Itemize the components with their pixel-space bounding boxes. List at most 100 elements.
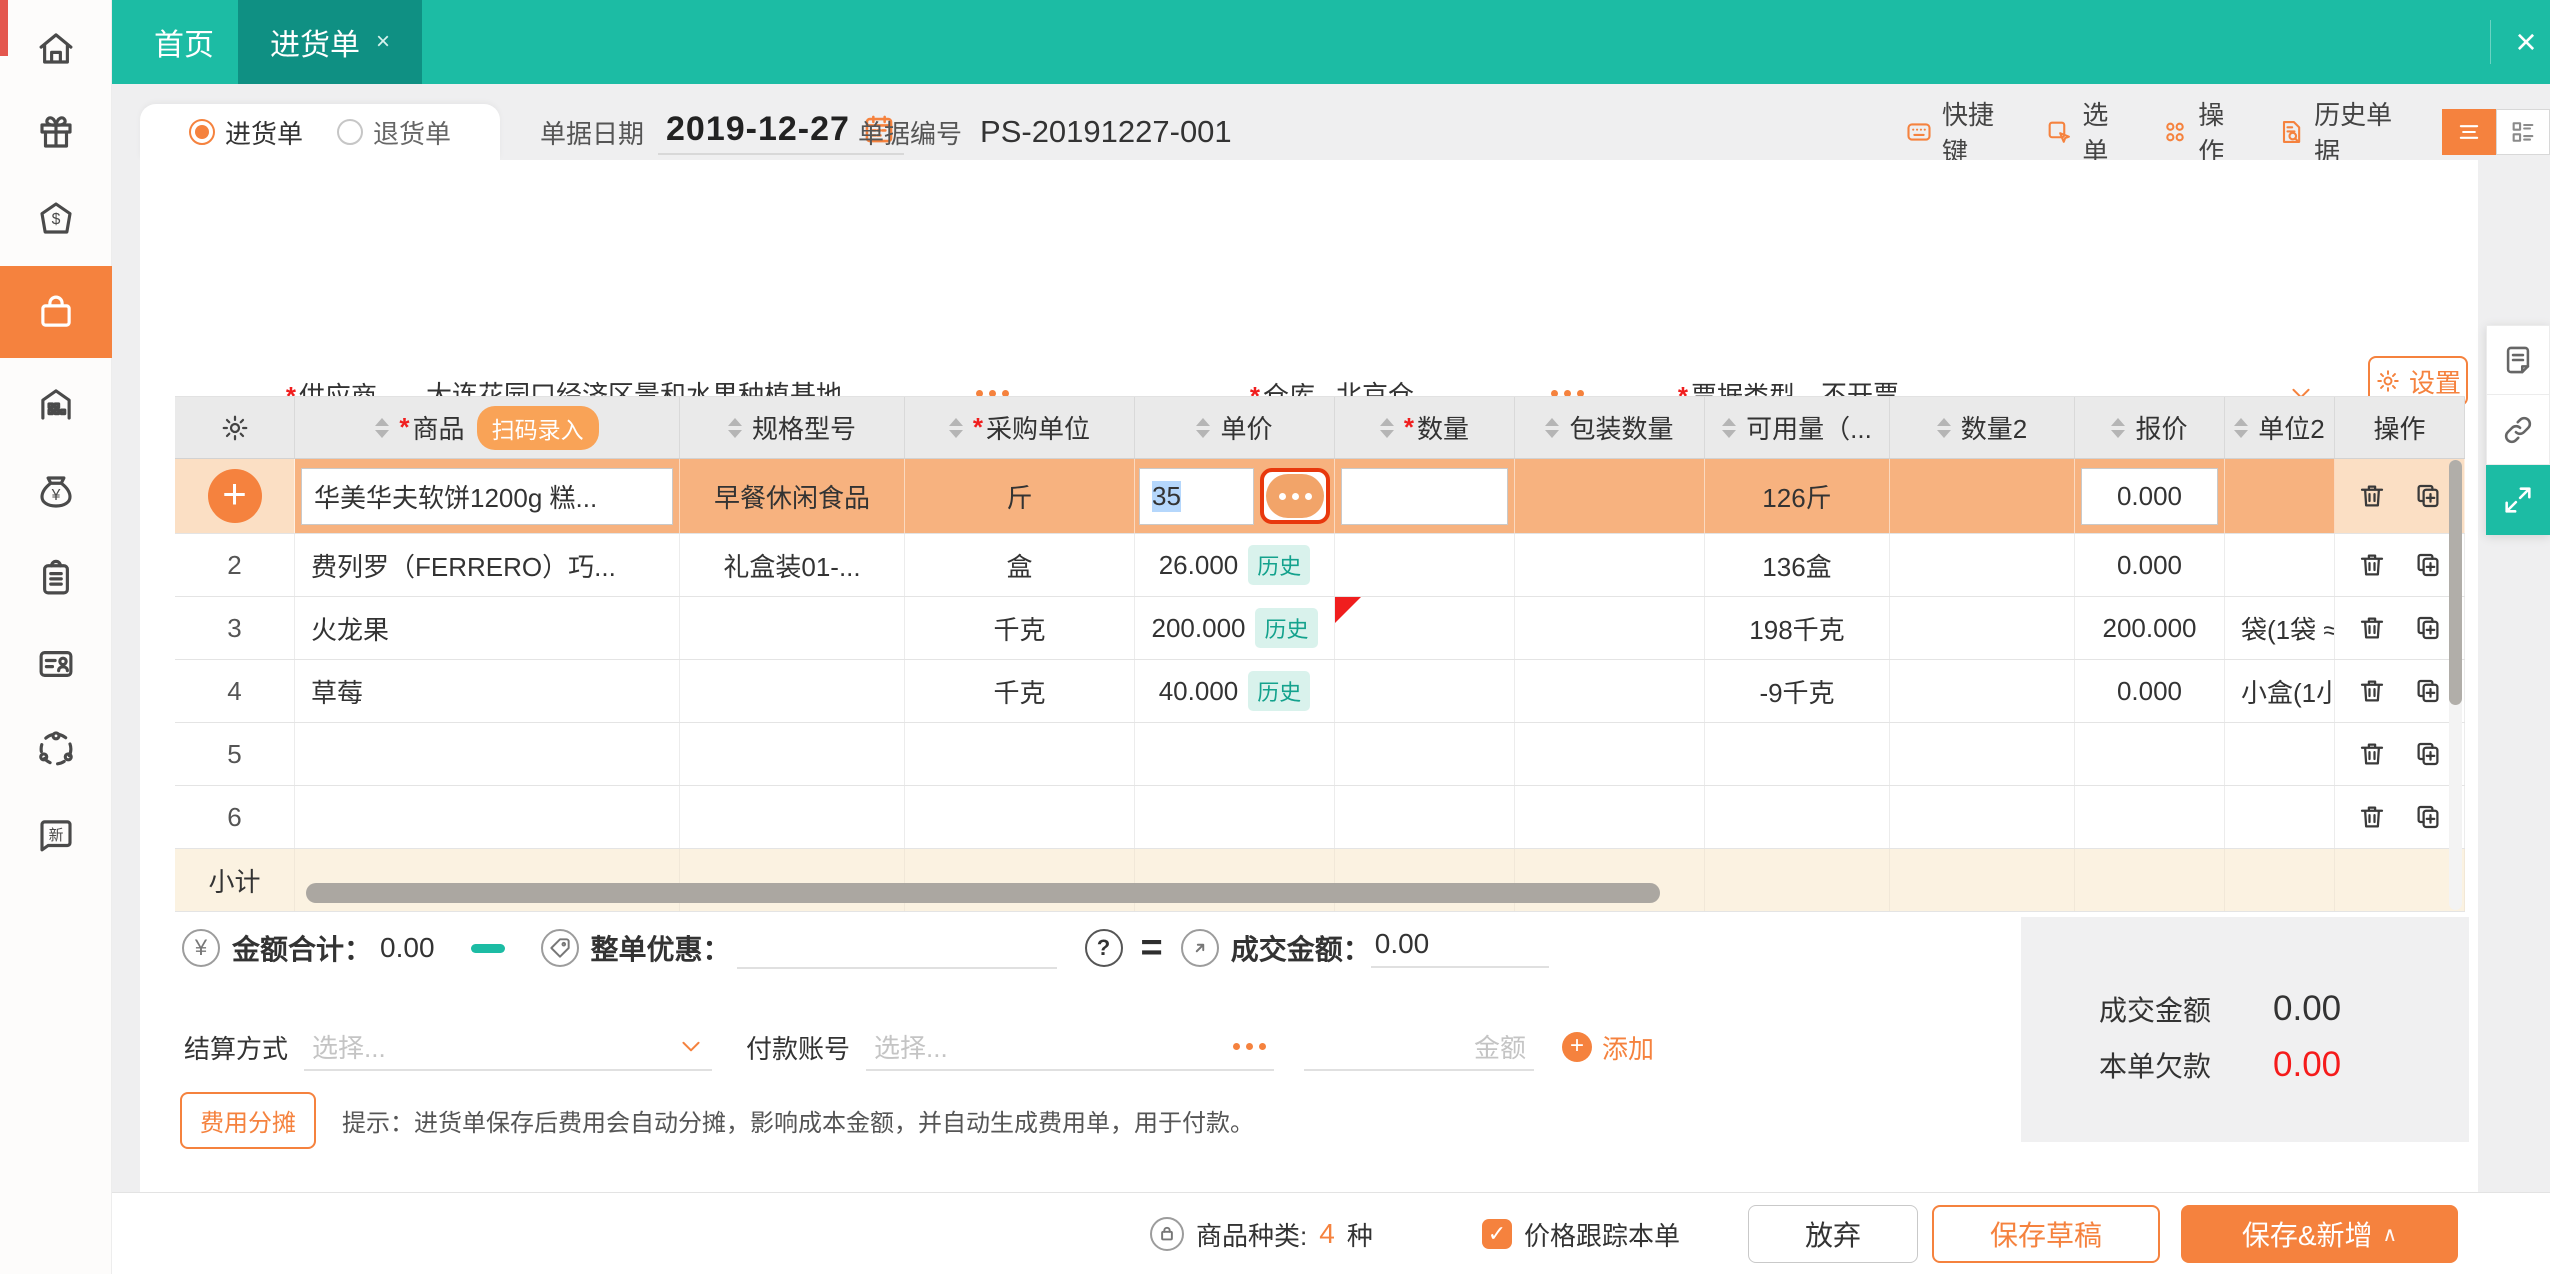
cell-price[interactable] [1135, 723, 1335, 785]
deal-amount-field[interactable]: 0.00 [1370, 928, 1550, 968]
cell-product[interactable]: 费列罗（FERRERO）巧... [295, 534, 680, 596]
expand-tool-button[interactable] [2486, 465, 2550, 535]
sidebar-item-purchase[interactable] [0, 266, 112, 358]
sidebar-item-warehouse[interactable] [0, 362, 112, 446]
tab-purchase-order[interactable]: 进货单 × [238, 0, 422, 84]
sidebar-item-orders[interactable] [0, 536, 112, 620]
sort-icon[interactable] [375, 417, 390, 438]
cell-spec[interactable] [680, 723, 905, 785]
cell-spec[interactable] [680, 597, 905, 659]
cell-unit[interactable] [905, 723, 1135, 785]
sort-icon[interactable] [1722, 417, 1737, 438]
header-unit[interactable]: * 采购单位 [905, 397, 1135, 458]
tab-home[interactable]: 首页 [130, 0, 238, 84]
cell-pack-qty[interactable] [1515, 786, 1705, 848]
copy-row-icon[interactable] [2413, 613, 2443, 643]
cell-price[interactable] [1135, 786, 1335, 848]
cell-price[interactable]: 26.000 历史 [1135, 534, 1335, 596]
settle-method-select[interactable]: 选择... [304, 1023, 713, 1071]
cell-qty[interactable] [1335, 534, 1515, 596]
price-more-button[interactable] [1266, 474, 1324, 518]
sort-icon[interactable] [727, 417, 742, 438]
table-row[interactable]: 4 草莓 千克 40.000 历史 -9千克 0.000 小盒(1小 [175, 660, 2465, 723]
add-payment-button[interactable]: + 添加 [1562, 1029, 1654, 1066]
cell-qty2[interactable] [1890, 534, 2075, 596]
table-row[interactable]: 6 [175, 786, 2465, 849]
cell-pack-qty[interactable] [1515, 723, 1705, 785]
cell-qty2[interactable] [1890, 723, 2075, 785]
copy-row-icon[interactable] [2413, 802, 2443, 832]
card-view-button[interactable] [2496, 109, 2550, 155]
cell-unit[interactable] [905, 786, 1135, 848]
cell-product[interactable]: 草莓 [295, 660, 680, 722]
list-view-button[interactable] [2442, 109, 2496, 155]
horizontal-scrollbar[interactable] [306, 883, 1660, 903]
cell-quote[interactable]: 0.000 [2075, 660, 2225, 722]
product-input[interactable]: 华美华夫软饼1200g 糕... [301, 467, 673, 525]
vertical-scrollbar-thumb[interactable] [2449, 460, 2462, 705]
header-available[interactable]: 可用量（... [1705, 397, 1890, 458]
cell-pack-qty[interactable] [1515, 534, 1705, 596]
cell-qty2[interactable] [1890, 660, 2075, 722]
copy-row-icon[interactable] [2413, 739, 2443, 769]
sidebar-item-whats-new[interactable]: 新 [0, 793, 112, 877]
save-and-new-button[interactable]: 保存&新增 ∧ [2181, 1205, 2458, 1263]
sort-icon[interactable] [1545, 417, 1560, 438]
sidebar-item-sales[interactable]: $ [0, 176, 112, 260]
cell-pack-qty[interactable] [1515, 459, 1705, 533]
save-draft-button[interactable]: 保存草稿 [1932, 1205, 2160, 1263]
cell-qty2[interactable] [1890, 597, 2075, 659]
price-input[interactable]: 35 [1139, 467, 1254, 525]
cell-qty[interactable] [1335, 786, 1515, 848]
copy-row-icon[interactable] [2413, 676, 2443, 706]
tab-close-icon[interactable]: × [376, 28, 390, 56]
cell-qty[interactable] [1335, 660, 1515, 722]
cell-qty2[interactable] [1890, 786, 2075, 848]
cell-qty[interactable] [1335, 459, 1515, 533]
cell-qty2[interactable] [1890, 459, 2075, 533]
history-badge[interactable]: 历史 [1248, 671, 1311, 711]
cell-price[interactable]: 35 [1135, 459, 1335, 533]
pay-amount-input[interactable]: 金额 [1304, 1023, 1535, 1071]
sort-icon[interactable] [2234, 417, 2249, 438]
sidebar-item-contacts[interactable] [0, 622, 112, 706]
add-row-button[interactable]: + [207, 469, 262, 523]
cell-quote[interactable] [2075, 723, 2225, 785]
cell-price[interactable]: 200.000 历史 [1135, 597, 1335, 659]
cell-quote[interactable]: 0.000 [2075, 459, 2225, 533]
order-discount-input[interactable] [736, 927, 1057, 969]
delete-row-icon[interactable] [2357, 676, 2387, 706]
table-row[interactable]: 3 火龙果 千克 200.000 历史 198千克 200.000 袋(1袋 ≈ [175, 597, 2465, 660]
scan-entry-button[interactable]: 扫码录入 [476, 405, 599, 450]
price-track-group[interactable]: ✓ 价格跟踪本单 [1482, 1207, 1680, 1261]
delete-row-icon[interactable] [2357, 739, 2387, 769]
table-row-selected[interactable]: + 华美华夫软饼1200g 糕... 早餐休闲食品 斤 35 126斤 0.00… [175, 459, 2465, 534]
header-qty2[interactable]: 数量2 [1890, 397, 2075, 458]
delete-row-icon[interactable] [2357, 550, 2387, 580]
qty-input[interactable] [1341, 467, 1508, 525]
cell-unit[interactable]: 斤 [905, 459, 1135, 533]
sidebar-item-home[interactable] [0, 6, 112, 90]
operations-button[interactable]: 操作 [2161, 95, 2245, 169]
cell-unit[interactable]: 千克 [905, 597, 1135, 659]
cell-qty[interactable] [1335, 723, 1515, 785]
sort-icon[interactable] [1379, 417, 1394, 438]
history-badge[interactable]: 历史 [1248, 545, 1311, 585]
cell-unit[interactable]: 盒 [905, 534, 1135, 596]
radio-return-order[interactable]: 退货单 [337, 114, 451, 151]
cell-product[interactable]: 华美华夫软饼1200g 糕... [295, 459, 680, 533]
table-row[interactable]: 5 [175, 723, 2465, 786]
more-dots-icon[interactable] [1233, 1042, 1267, 1050]
cell-quote[interactable] [2075, 786, 2225, 848]
sidebar-item-share[interactable] [0, 707, 112, 791]
attachment-tool-button[interactable] [2486, 395, 2550, 465]
cell-spec[interactable]: 早餐休闲食品 [680, 459, 905, 533]
sort-icon[interactable] [1936, 417, 1951, 438]
note-tool-button[interactable] [2486, 325, 2550, 395]
cell-pack-qty[interactable] [1515, 660, 1705, 722]
quote-input[interactable]: 0.000 [2081, 467, 2218, 525]
discard-button[interactable]: 放弃 [1748, 1205, 1918, 1263]
shortcut-keys-button[interactable]: 快捷键 [1905, 95, 2013, 169]
sidebar-item-gift[interactable] [0, 90, 112, 174]
cell-product[interactable]: 火龙果 [295, 597, 680, 659]
